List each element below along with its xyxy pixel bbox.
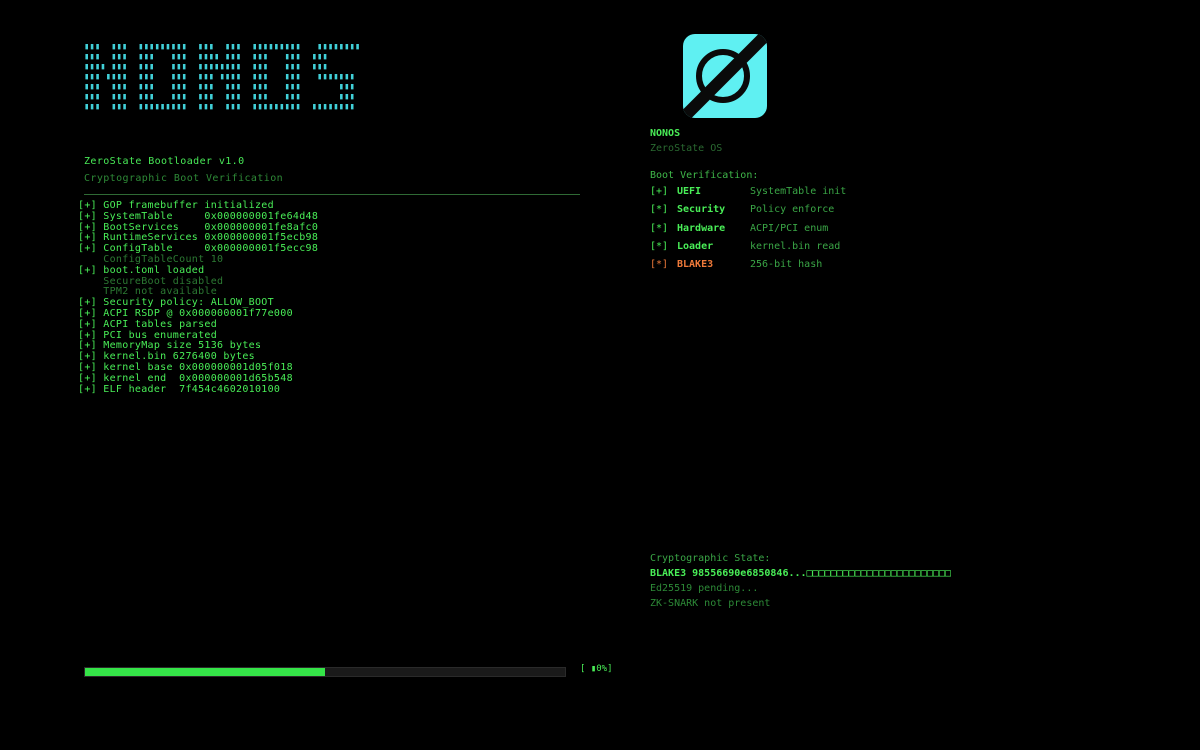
os-subtitle: ZeroState OS [650, 143, 723, 154]
status-mark: [*] [650, 240, 669, 252]
verify-row-loader: [*] Loader kernel.bin read [650, 241, 846, 259]
bootloader-subtitle: Cryptographic Boot Verification [84, 173, 284, 184]
verify-name: Loader [677, 240, 714, 252]
bootloader-title: ZeroState Bootloader v1.0 [84, 156, 245, 167]
status-mark: [*] [650, 204, 669, 216]
verify-name: BLAKE3 [677, 259, 714, 271]
log-line: [+] boot.toml loaded [78, 264, 205, 276]
slashed-zero-icon [683, 34, 767, 118]
verify-row-blake3: [*] BLAKE3 256-bit hash [650, 259, 846, 277]
verify-row-uefi: [+] UEFI SystemTable init [650, 186, 846, 204]
log-line: [+] ACPI tables parsed [78, 318, 218, 330]
verify-name: Security [677, 204, 726, 216]
verify-row-hardware: [*] Hardware ACPI/PCI enum [650, 223, 846, 241]
log-line: [+] SystemTable 0x000000001fe64d48 [78, 210, 319, 222]
log-line: [+] ELF header 7f454c4602010100 [78, 383, 281, 395]
verify-name: Hardware [677, 222, 726, 234]
verify-desc: ACPI/PCI enum [750, 222, 829, 234]
crypto-ed25519: Ed25519 pending... [650, 583, 759, 594]
verify-desc: Policy enforce [750, 204, 835, 216]
log-line: [+] kernel end 0x000000001d65b548 [78, 372, 293, 384]
crypto-blake3: BLAKE3 98556690e6850846...□□□□□□□□□□□□□□… [650, 568, 952, 579]
progress-fill [85, 668, 325, 676]
progress-label: [ ▮0%] [580, 664, 613, 674]
verify-row-security: [*] Security Policy enforce [650, 204, 846, 222]
verify-desc: 256-bit hash [750, 259, 823, 271]
status-mark: [*] [650, 222, 669, 234]
verify-desc: SystemTable init [750, 186, 847, 197]
status-mark: [*] [650, 259, 669, 271]
verification-heading: Boot Verification: [650, 170, 759, 181]
verify-desc: kernel.bin read [750, 240, 841, 252]
ascii-logo: ▮▮▮ ▮▮▮ ▮▮▮▮▮▮▮▮▮ ▮▮▮ ▮▮▮ ▮▮▮▮▮▮▮▮▮ ▮▮▮▮… [84, 42, 361, 112]
boot-log: [+] GOP framebuffer initialized [+] Syst… [78, 200, 319, 395]
verify-name: UEFI [677, 186, 702, 197]
verification-list: [+] UEFI SystemTable init [*] Security Polic… [650, 186, 846, 277]
progress-bar [84, 667, 566, 677]
status-mark: [+] [650, 186, 669, 197]
divider [84, 194, 580, 195]
crypto-heading: Cryptographic State: [650, 553, 771, 564]
crypto-zk-snark: ZK-SNARK not present [650, 598, 771, 609]
os-name: NONOS [650, 128, 681, 139]
